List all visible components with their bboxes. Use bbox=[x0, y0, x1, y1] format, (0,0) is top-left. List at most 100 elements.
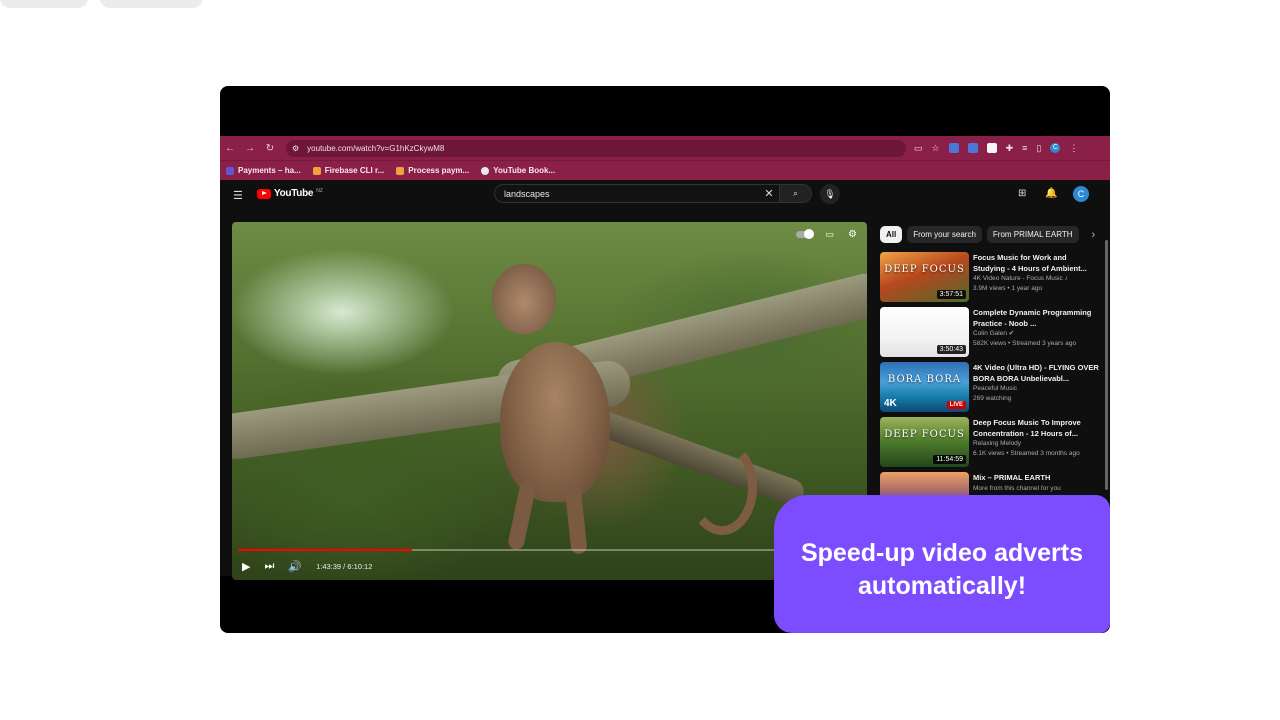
autoplay-toggle[interactable] bbox=[795, 229, 814, 239]
menu-dots-icon[interactable]: ⋮ bbox=[1069, 143, 1078, 154]
region-code: NZ bbox=[316, 187, 323, 194]
extension-icon[interactable] bbox=[948, 143, 959, 153]
thumbnail-text: DEEP FOCUS bbox=[884, 429, 965, 440]
forward-arrow-icon[interactable]: → bbox=[240, 143, 260, 154]
volume-icon[interactable]: 🔊 bbox=[288, 560, 302, 573]
stripe-icon bbox=[226, 166, 234, 175]
recommendation-item[interactable]: 3:50:43 Complete Dynamic Programming Pra… bbox=[880, 307, 1100, 362]
voice-search-icon[interactable]: 🎙 bbox=[820, 184, 840, 204]
duration-badge: 3:50:43 bbox=[936, 345, 966, 354]
channel-name[interactable]: Relaxing Melody bbox=[973, 439, 1100, 449]
channel-name[interactable]: More from this channel for you bbox=[973, 484, 1100, 494]
chip-all[interactable]: All bbox=[880, 226, 903, 243]
promo-text: Speed-up video adverts automatically! bbox=[774, 537, 1110, 603]
bookmark-item[interactable]: Process paym... bbox=[396, 166, 469, 175]
account-avatar[interactable]: C bbox=[1073, 186, 1089, 202]
time-display: 1:43:39 / 6:10:12 bbox=[316, 561, 373, 571]
bookmark-label: YouTube Book... bbox=[493, 166, 556, 175]
video-thumbnail[interactable]: BORA BORA 4K LIVE bbox=[880, 362, 969, 412]
promo-line-2: automatically! bbox=[857, 572, 1027, 600]
video-thumbnail[interactable]: DEEP FOCUS 11:54:59 bbox=[880, 417, 969, 467]
promo-line-1: Speed-up video adverts bbox=[800, 539, 1084, 567]
channel-name[interactable]: Peaceful Music bbox=[973, 384, 1100, 394]
player-controls: ▶ ⏭ 🔊 1:43:39 / 6:10:12 bbox=[232, 552, 867, 580]
video-stats: 582K views • Streamed 3 years ago bbox=[973, 340, 1077, 347]
address-bar[interactable]: ⚙ youtube.com/watch?v=G1hKzCkywM8 bbox=[286, 139, 906, 157]
browser-toolbar: ← → ↻ ⚙ youtube.com/watch?v=G1hKzCkywM8 … bbox=[220, 136, 1110, 160]
video-frame-monkey-leg bbox=[564, 483, 588, 555]
live-badge: LIVE bbox=[946, 401, 966, 409]
site-settings-icon[interactable]: ⚙ bbox=[292, 144, 299, 153]
reload-icon[interactable]: ↻ bbox=[260, 143, 280, 154]
bookmark-item[interactable]: YouTube Book... bbox=[481, 166, 555, 175]
firebase-icon bbox=[312, 166, 321, 175]
hamburger-menu-icon[interactable]: ☰ bbox=[233, 189, 243, 202]
scrollbar[interactable] bbox=[1105, 240, 1108, 490]
bookmark-star-icon[interactable]: ☆ bbox=[932, 143, 940, 154]
channel-name[interactable]: 4K Video Nature - Focus Music ♪ bbox=[973, 274, 1100, 284]
clear-search-icon[interactable]: ✕ bbox=[759, 187, 779, 200]
youtube-header: ☰ YouTube NZ landscapes ✕ ⌕ 🎙 ⊞ 🔔 C bbox=[220, 180, 1110, 208]
thumbnail-4k-label: 4K bbox=[884, 398, 897, 409]
progress-bar[interactable] bbox=[238, 549, 861, 551]
video-title[interactable]: 4K Video (Ultra HD) - FLYING OVER BORA B… bbox=[973, 363, 1100, 384]
video-title[interactable]: Focus Music for Work and Studying - 4 Ho… bbox=[973, 253, 1100, 274]
progress-bar-fill bbox=[238, 549, 413, 551]
video-frame-monkey-leg bbox=[506, 479, 538, 551]
video-player[interactable]: ▶ ⏭ 🔊 1:43:39 / 6:10:12 ▭ ⚙ bbox=[232, 222, 867, 580]
recommendation-item[interactable]: DEEP FOCUS 11:54:59 Deep Focus Music To I… bbox=[880, 417, 1100, 472]
video-thumbnail[interactable]: DEEP FOCUS 3:57:51 bbox=[880, 252, 969, 302]
subtitles-icon[interactable]: ▭ bbox=[826, 229, 835, 240]
bookmark-label: Process paym... bbox=[408, 166, 470, 175]
notifications-bell-icon[interactable]: 🔔 bbox=[1045, 188, 1057, 199]
settings-gear-icon[interactable]: ⚙ bbox=[848, 229, 857, 240]
recommendation-item[interactable]: DEEP FOCUS 3:57:51 Focus Music for Work a… bbox=[880, 252, 1100, 307]
recommendation-item[interactable]: BORA BORA 4K LIVE 4K Video (Ultra HD) - FL… bbox=[880, 362, 1100, 417]
top-tab-pill[interactable] bbox=[0, 0, 88, 8]
duration-badge: 11:54:59 bbox=[933, 455, 966, 464]
bookmark-item[interactable]: Firebase CLI r... bbox=[312, 166, 384, 175]
video-title[interactable]: Complete Dynamic Programming Practice - … bbox=[973, 308, 1100, 329]
chip-from-primal-earth[interactable]: From PRIMAL EARTH bbox=[986, 226, 1079, 243]
filter-chips: All From your search From PRIMAL EARTH › bbox=[880, 226, 1095, 243]
cast-icon[interactable]: ▭ bbox=[914, 143, 923, 154]
media-queue-icon[interactable]: ≡ bbox=[1022, 143, 1027, 153]
video-title[interactable]: Mix – PRIMAL EARTH bbox=[973, 473, 1100, 484]
bookmarks-bar: Payments – ha... Firebase CLI r... Proce… bbox=[220, 160, 1110, 180]
chevron-right-icon[interactable]: › bbox=[1092, 229, 1096, 241]
video-title[interactable]: Deep Focus Music To Improve Concentratio… bbox=[973, 418, 1100, 439]
recommendation-meta: Deep Focus Music To Improve Concentratio… bbox=[973, 417, 1100, 472]
chip-from-your-search[interactable]: From your search bbox=[907, 226, 982, 243]
extension-icon[interactable] bbox=[967, 143, 978, 153]
globe-icon bbox=[481, 166, 490, 175]
video-frame-monkey-tail bbox=[687, 440, 757, 535]
video-stats: 6.1K views • Streamed 3 months ago bbox=[973, 450, 1080, 457]
video-thumbnail[interactable]: 3:50:43 bbox=[880, 307, 969, 357]
bookmark-label: Payments – ha... bbox=[238, 166, 301, 175]
back-arrow-icon[interactable]: ← bbox=[220, 143, 240, 154]
channel-name[interactable]: Colin Galen ✔ bbox=[973, 329, 1100, 339]
logo-text: YouTube bbox=[274, 188, 314, 199]
recommendation-meta: 4K Video (Ultra HD) - FLYING OVER BORA B… bbox=[973, 362, 1100, 417]
extension-icon[interactable] bbox=[986, 143, 997, 153]
play-icon[interactable]: ▶ bbox=[242, 560, 250, 573]
search-input[interactable]: landscapes bbox=[495, 189, 759, 199]
youtube-play-icon bbox=[257, 188, 271, 199]
next-icon[interactable]: ⏭ bbox=[264, 560, 274, 573]
video-stats: 3.9M views • 1 year ago bbox=[973, 285, 1043, 292]
create-video-icon[interactable]: ⊞ bbox=[1018, 188, 1026, 199]
profile-avatar[interactable]: C bbox=[1050, 143, 1061, 153]
video-stats: 269 watching bbox=[973, 395, 1012, 402]
puzzle-icon[interactable]: ✚ bbox=[1006, 143, 1014, 154]
bookmark-item[interactable]: Payments – ha... bbox=[226, 166, 301, 175]
firebase-icon bbox=[396, 166, 405, 175]
video-frame-monkey bbox=[500, 342, 610, 502]
top-tab-pill[interactable] bbox=[100, 0, 203, 8]
search-button[interactable]: ⌕ bbox=[779, 185, 811, 202]
recommendations-list: DEEP FOCUS 3:57:51 Focus Music for Work a… bbox=[880, 252, 1100, 527]
url-text: youtube.com/watch?v=G1hKzCkywM8 bbox=[307, 143, 445, 153]
side-panel-icon[interactable]: ▯ bbox=[1036, 143, 1041, 154]
recommendation-meta: Complete Dynamic Programming Practice - … bbox=[973, 307, 1100, 362]
search-box: landscapes ✕ ⌕ bbox=[494, 184, 812, 203]
youtube-logo[interactable]: YouTube NZ bbox=[257, 188, 323, 199]
